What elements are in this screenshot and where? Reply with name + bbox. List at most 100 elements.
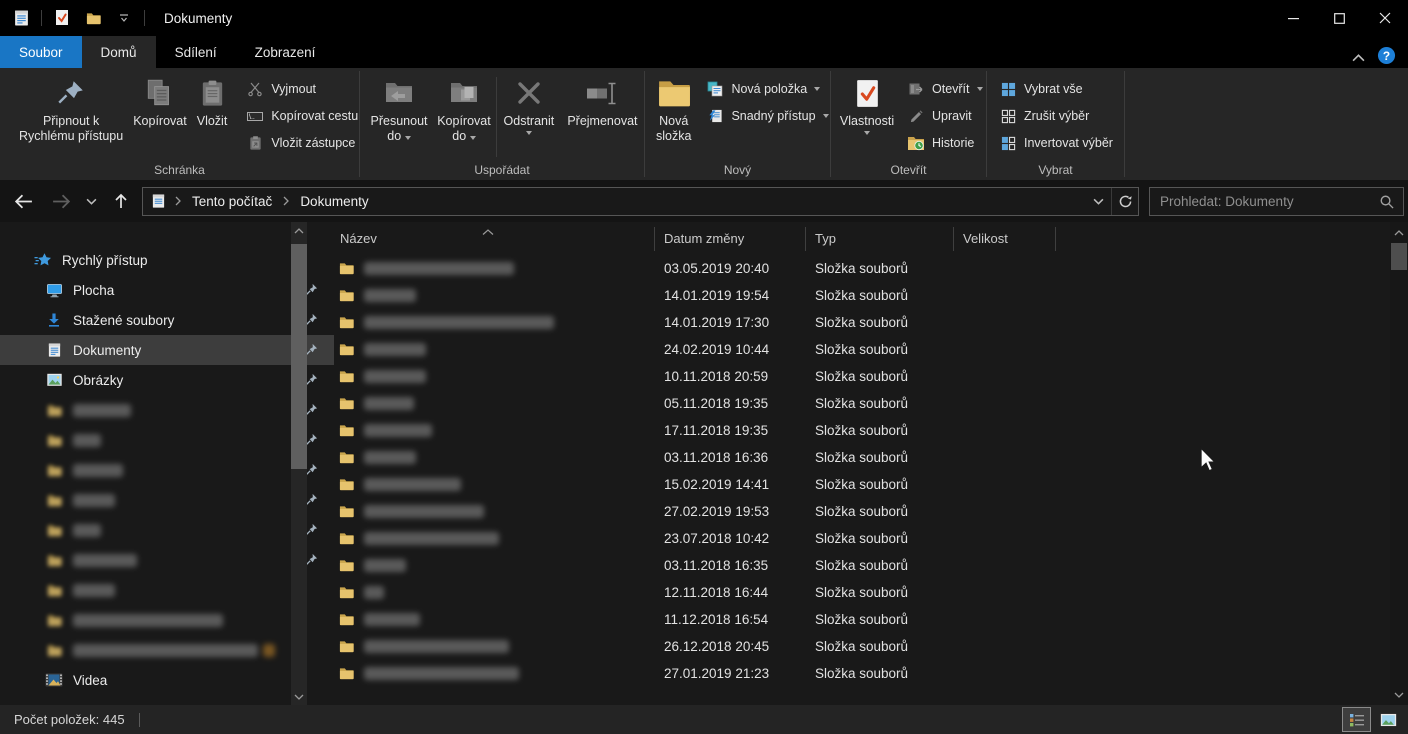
file-row[interactable]: 03.05.2019 20:40Složka souborů	[310, 255, 1390, 282]
refresh-button[interactable]	[1111, 188, 1138, 215]
scroll-up-icon[interactable]	[291, 222, 307, 239]
file-row[interactable]: 10.11.2018 20:59Složka souborů	[310, 363, 1390, 390]
delete-button[interactable]: Odstranit	[497, 71, 561, 157]
tab-soubor[interactable]: Soubor	[0, 36, 82, 68]
breadcrumb-chevron-icon	[281, 196, 291, 206]
file-row[interactable]: 05.11.2018 19:35Složka souborů	[310, 390, 1390, 417]
group-separator	[1124, 71, 1125, 177]
qat-properties-button[interactable]	[51, 7, 73, 29]
sidebar-scrollbar[interactable]	[291, 222, 307, 705]
sidebar-item-redacted[interactable]	[0, 485, 334, 515]
file-row[interactable]: 14.01.2019 17:30Složka souborů	[310, 309, 1390, 336]
select-all-button[interactable]: Vybrat vše	[993, 76, 1119, 102]
status-bar: Počet položek: 445	[0, 705, 1408, 734]
new-folder-button[interactable]: Nová složka	[651, 71, 696, 157]
file-row[interactable]: 14.01.2019 19:54Složka souborů	[310, 282, 1390, 309]
file-row[interactable]: 03.11.2018 16:36Složka souborů	[310, 444, 1390, 471]
details-view-button[interactable]	[1342, 707, 1371, 732]
sidebar-item-sta-en-soubory[interactable]: Stažené soubory	[0, 305, 334, 335]
sidebar-item-obr-zky[interactable]: Obrázky	[0, 365, 334, 395]
maximize-button[interactable]	[1316, 0, 1362, 36]
easy-access-button[interactable]: Snadný přístup	[700, 103, 834, 129]
file-row[interactable]: 12.11.2018 16:44Složka souborů	[310, 579, 1390, 606]
copy-to-button[interactable]: Kopírovat do	[432, 71, 496, 157]
folder-icon	[44, 463, 64, 478]
file-row[interactable]: 03.11.2018 16:35Složka souborů	[310, 552, 1390, 579]
invert-selection-button[interactable]: Invertovat výběr	[993, 130, 1119, 156]
properties-button[interactable]: Vlastnosti	[835, 71, 899, 157]
copy-path-button[interactable]: \.. Kopírovat cestu	[240, 103, 364, 129]
scrollbar-thumb[interactable]	[291, 244, 307, 469]
new-item-button[interactable]: Nová položka	[700, 76, 834, 102]
breadcrumb-this-pc[interactable]: Tento počítač	[183, 188, 281, 215]
file-row[interactable]: 11.12.2018 16:54Složka souborů	[310, 606, 1390, 633]
main-scrollbar[interactable]	[1390, 222, 1408, 705]
scroll-up-icon[interactable]	[1391, 224, 1407, 241]
help-button[interactable]: ?	[1377, 46, 1396, 68]
sidebar-item-redacted[interactable]	[0, 395, 334, 425]
rename-button[interactable]: Přejmenovat	[561, 71, 644, 157]
tab-zobrazeni[interactable]: Zobrazení	[236, 36, 335, 68]
thumbnail-view-button[interactable]	[1375, 708, 1402, 731]
type-cell: Složka souborů	[806, 666, 954, 681]
search-box[interactable]	[1149, 187, 1404, 216]
sidebar-item-redacted[interactable]	[0, 575, 334, 605]
search-input[interactable]	[1150, 194, 1370, 209]
paste-shortcut-button[interactable]: Vložit zástupce	[240, 130, 364, 156]
minimize-button[interactable]	[1270, 0, 1316, 36]
collapse-ribbon-button[interactable]	[1352, 50, 1365, 65]
sidebar-item-videa[interactable]: Videa	[0, 665, 334, 695]
column-header-datum-zm-ny[interactable]: Datum změny	[655, 227, 806, 251]
main-area: Rychlý přístupPlochaStažené souboryDokum…	[0, 222, 1408, 705]
file-row[interactable]: 17.11.2018 19:35Složka souborů	[310, 417, 1390, 444]
qat-customize-dropdown[interactable]	[113, 7, 135, 29]
cut-button[interactable]: Vyjmout	[240, 76, 364, 102]
up-button[interactable]	[106, 187, 136, 215]
tab-domu[interactable]: Domů	[82, 36, 156, 68]
sidebar-item-redacted[interactable]	[0, 545, 334, 575]
scrollbar-thumb[interactable]	[1391, 243, 1407, 270]
sidebar-item-dokumenty[interactable]: Dokumenty	[0, 335, 334, 365]
sidebar-item-redacted[interactable]	[0, 515, 334, 545]
edit-button[interactable]: Upravit	[901, 103, 989, 129]
breadcrumb-documents[interactable]: Dokumenty	[291, 188, 377, 215]
scroll-down-icon[interactable]	[291, 688, 307, 705]
file-row[interactable]: 27.02.2019 19:53Složka souborů	[310, 498, 1390, 525]
file-row[interactable]: 26.12.2018 20:45Složka souborů	[310, 633, 1390, 660]
sidebar-item-redacted[interactable]	[0, 605, 334, 635]
pin-to-quick-access-button[interactable]: Připnout k Rychlému přístupu	[14, 71, 128, 157]
sidebar-item-redacted[interactable]	[0, 425, 334, 455]
file-row[interactable]: 27.01.2019 21:23Složka souborů	[310, 660, 1390, 687]
folder-icon	[44, 523, 64, 538]
sidebar-item-plocha[interactable]: Plocha	[0, 275, 334, 305]
qat-new-folder-button[interactable]	[82, 7, 104, 29]
close-button[interactable]	[1362, 0, 1408, 36]
tab-sdileni[interactable]: Sdílení	[156, 36, 236, 68]
file-row[interactable]: 23.07.2018 10:42Složka souborů	[310, 525, 1390, 552]
dropdown-caret	[977, 87, 983, 91]
column-header-n-zev[interactable]: Název	[310, 227, 655, 251]
column-header-velikost[interactable]: Velikost	[954, 227, 1056, 251]
redacted-file-name	[364, 424, 432, 437]
file-row[interactable]: 15.02.2019 14:41Složka souborů	[310, 471, 1390, 498]
column-header-typ[interactable]: Typ	[806, 227, 954, 251]
sidebar-item-redacted[interactable]	[0, 455, 334, 485]
paste-button[interactable]: Vložit	[192, 71, 233, 157]
address-bar[interactable]: Tento počítač Dokumenty	[142, 187, 1139, 216]
address-dropdown-button[interactable]	[1085, 188, 1111, 215]
open-button[interactable]: Otevřít	[901, 76, 989, 102]
scroll-down-icon[interactable]	[1391, 686, 1407, 703]
forward-button[interactable]	[46, 187, 76, 215]
back-button[interactable]	[8, 187, 38, 215]
folder-icon	[44, 433, 64, 448]
file-row[interactable]: 24.02.2019 10:44Složka souborů	[310, 336, 1390, 363]
copy-button[interactable]: Kopírovat	[128, 71, 192, 157]
sidebar-item-rychl-p-stup[interactable]: Rychlý přístup	[0, 245, 323, 275]
redacted-file-name	[364, 370, 426, 383]
select-none-button[interactable]: Zrušit výběr	[993, 103, 1119, 129]
folder-icon	[44, 613, 64, 628]
sidebar-item-redacted[interactable]	[0, 635, 334, 665]
recent-locations-dropdown[interactable]	[76, 187, 106, 215]
history-button[interactable]: Historie	[901, 130, 989, 156]
move-to-button[interactable]: Přesunout do	[366, 71, 432, 157]
